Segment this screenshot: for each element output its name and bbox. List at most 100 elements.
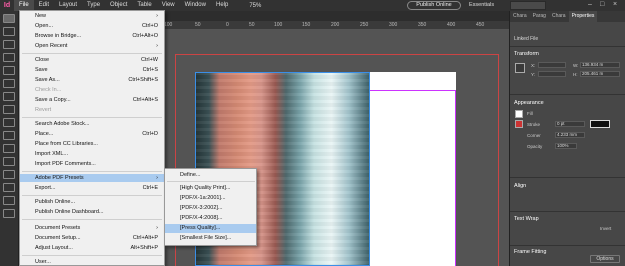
tab-paragraph[interactable]: Parag: [530, 11, 549, 22]
publish-online-button[interactable]: Publish Online: [407, 1, 461, 10]
menu-item-label: Browse in Bridge...: [35, 33, 82, 39]
submenu-item-pdf-x-4[interactable]: [PDF/X-4:2008]...: [165, 214, 256, 223]
align-title: Align: [514, 183, 527, 189]
y-label: Y:: [531, 72, 536, 77]
menu-item-label: Open Recent: [35, 43, 68, 49]
menu-item-open-recent[interactable]: Open Recent ›: [20, 42, 164, 50]
line-tool-icon[interactable]: [3, 79, 15, 88]
menu-item-label: Check In...: [35, 87, 62, 93]
fill-stroke-icon[interactable]: [3, 209, 15, 218]
menu-item-save-a-copy[interactable]: Save a Copy... Ctrl+Alt+S: [20, 96, 164, 104]
selection-tool-icon[interactable]: [3, 14, 15, 23]
ruler-tick: 150: [302, 22, 311, 28]
stroke-weight-field[interactable]: 0 pt: [555, 121, 585, 127]
ruler-tick: 300: [389, 22, 398, 28]
menu-item-adjust-layout[interactable]: Adjust Layout... Alt+Shift+P: [20, 244, 164, 252]
menu-item-browse-in-bridge[interactable]: Browse in Bridge... Ctrl+Alt+O: [20, 32, 164, 40]
panel-tabs: Chara Parag Chara Properties: [510, 11, 625, 22]
opacity-field[interactable]: 100%: [555, 143, 577, 149]
stroke-type-preview[interactable]: [590, 120, 610, 128]
menu-item-new[interactable]: New ›: [20, 12, 164, 20]
pen-tool-icon[interactable]: [3, 92, 15, 101]
menu-item-label: Revert: [35, 107, 52, 113]
submenu-item-smallest-file-size[interactable]: [Smallest File Size]...: [165, 234, 256, 243]
menu-separator: [167, 181, 255, 182]
y-field[interactable]: [538, 71, 566, 77]
free-transform-tool-icon[interactable]: [3, 157, 15, 166]
corner-label: Corner: [527, 133, 541, 138]
menu-item-save[interactable]: Save Ctrl+S: [20, 66, 164, 74]
submenu-item-pdf-x-1a[interactable]: [PDF/X-1a:2001]...: [165, 194, 256, 203]
submenu-item-pdf-x-3[interactable]: [PDF/X-3:2002]...: [165, 204, 256, 213]
rectangle-frame-tool-icon[interactable]: [3, 118, 15, 127]
submenu-item-define[interactable]: Define...: [165, 171, 256, 180]
x-label: X:: [531, 63, 536, 68]
menu-item-document-presets[interactable]: Document Presets ›: [20, 224, 164, 232]
reference-point-icon[interactable]: [515, 63, 525, 73]
menu-item-import-pdf-comments[interactable]: Import PDF Comments...: [20, 160, 164, 168]
stroke-swatch[interactable]: [515, 120, 523, 128]
menu-item-label: Import XML...: [35, 151, 69, 157]
fill-swatch[interactable]: [515, 110, 523, 118]
menu-separator: [22, 195, 162, 196]
minimize-icon[interactable]: –: [588, 1, 592, 8]
menu-item-label: Adjust Layout...: [35, 245, 73, 251]
close-icon[interactable]: ×: [613, 1, 617, 8]
menu-item-import-xml[interactable]: Import XML...: [20, 150, 164, 158]
menu-item-user[interactable]: User...: [20, 258, 164, 266]
hand-tool-icon[interactable]: [3, 183, 15, 192]
submenu-item-high-quality-print[interactable]: [High Quality Print]...: [165, 184, 256, 193]
zoom-tool-icon[interactable]: [3, 196, 15, 205]
fill-label: Fill: [527, 111, 533, 116]
menu-item-open[interactable]: Open... Ctrl+O: [20, 22, 164, 30]
menu-item-document-setup[interactable]: Document Setup... Ctrl+Alt+P: [20, 234, 164, 242]
height-field[interactable]: 205.461 m: [580, 71, 620, 77]
menu-item-publish-online-dashboard[interactable]: Publish Online Dashboard...: [20, 208, 164, 216]
menu-item-place-from-cc-libraries[interactable]: Place from CC Libraries...: [20, 140, 164, 148]
menu-item-label: User...: [35, 259, 51, 265]
menu-item-label: Document Setup...: [35, 235, 81, 241]
menu-item-publish-online[interactable]: Publish Online...: [20, 198, 164, 206]
menu-separator: [22, 171, 162, 172]
menu-item-place[interactable]: Place... Ctrl+D: [20, 130, 164, 138]
menu-item-adobe-pdf-presets[interactable]: Adobe PDF Presets ›: [20, 174, 164, 182]
submenu-arrow-icon: ›: [156, 225, 158, 231]
pencil-tool-icon[interactable]: [3, 105, 15, 114]
submenu-arrow-icon: ›: [156, 13, 158, 19]
menu-item-revert[interactable]: Revert: [20, 106, 164, 114]
maximize-icon[interactable]: □: [600, 1, 604, 8]
menu-window[interactable]: Window: [180, 0, 211, 11]
width-field[interactable]: 136.934 m: [580, 62, 620, 68]
menu-item-label: Publish Online...: [35, 199, 76, 205]
corner-size-field[interactable]: 4.233 mm: [555, 132, 585, 138]
scissors-tool-icon[interactable]: [3, 144, 15, 153]
frame-fitting-options-button[interactable]: Options: [590, 255, 620, 263]
menu-item-search-adobe-stock[interactable]: Search Adobe Stock...: [20, 120, 164, 128]
menu-item-save-as[interactable]: Save As... Ctrl+Shift+S: [20, 76, 164, 84]
shortcut: Alt+Shift+P: [130, 245, 158, 251]
menu-item-export[interactable]: Export... Ctrl+E: [20, 184, 164, 192]
page-tool-icon[interactable]: [3, 40, 15, 49]
ruler-tick: 100: [274, 22, 283, 28]
ruler-tick: 400: [447, 22, 456, 28]
tab-character-styles[interactable]: Chara: [549, 11, 569, 22]
tab-character[interactable]: Chara: [510, 11, 530, 22]
shortcut: Ctrl+E: [142, 185, 158, 191]
menu-item-label: Publish Online Dashboard...: [35, 209, 104, 215]
gradient-tool-icon[interactable]: [3, 170, 15, 179]
x-field[interactable]: [538, 62, 566, 68]
direct-selection-tool-icon[interactable]: [3, 27, 15, 36]
menu-help[interactable]: Help: [211, 0, 233, 11]
submenu-item-press-quality[interactable]: [Press Quality]...: [165, 224, 256, 233]
search-input[interactable]: [510, 1, 546, 10]
menu-item-check-in[interactable]: Check In...: [20, 86, 164, 94]
type-tool-icon[interactable]: [3, 66, 15, 75]
menu-item-close[interactable]: Close Ctrl+W: [20, 56, 164, 64]
file-menu: New › Open... Ctrl+O Browse in Bridge... Ct…: [19, 10, 165, 266]
selection-type-label: Linked File: [514, 36, 539, 42]
workspace-switcher[interactable]: Essentials: [469, 2, 494, 8]
tab-properties[interactable]: Properties: [568, 11, 598, 22]
rectangle-tool-icon[interactable]: [3, 131, 15, 140]
gap-tool-icon[interactable]: [3, 53, 15, 62]
zoom-level[interactable]: 75%: [249, 3, 261, 9]
